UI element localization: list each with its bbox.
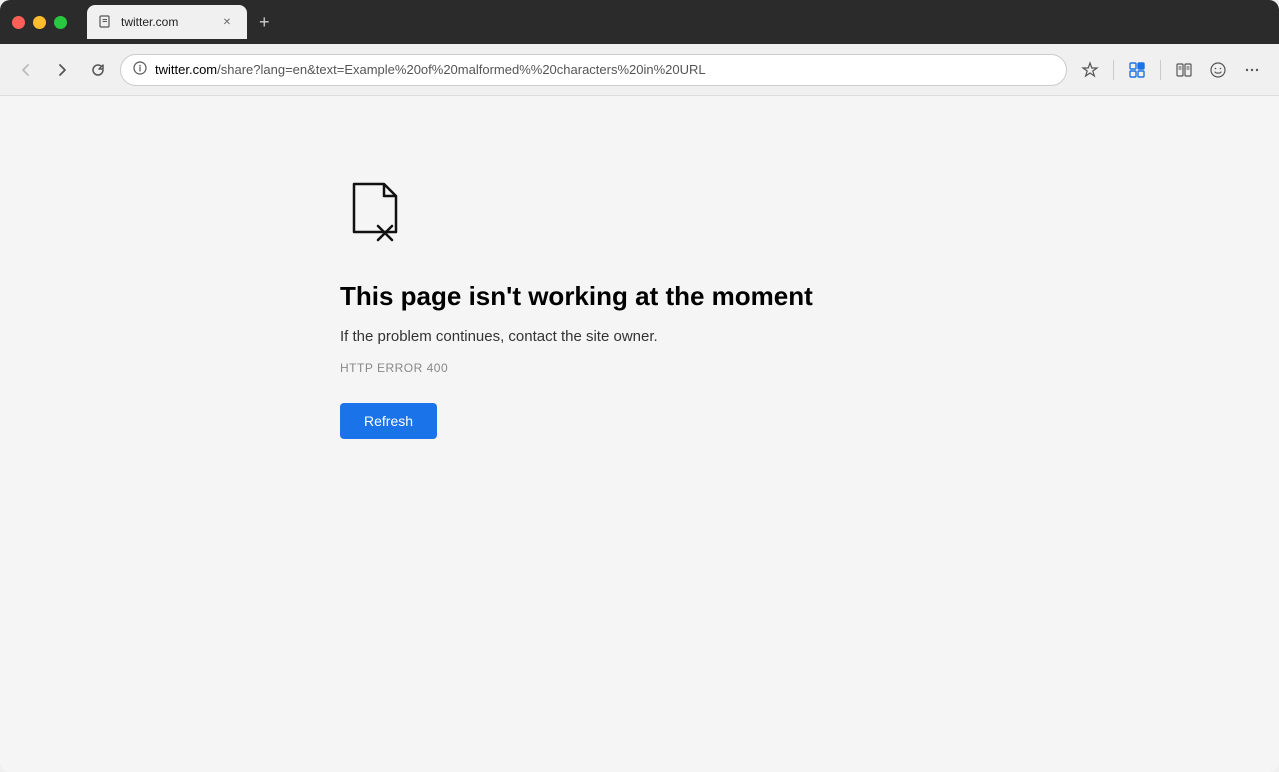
toolbar-separator [1113, 60, 1114, 80]
url-path: /share?lang=en&text=Example%20of%20malfo… [217, 62, 706, 77]
tab-close-icon[interactable]: ✕ [219, 14, 235, 30]
forward-button[interactable] [48, 56, 76, 84]
tab-favicon-icon [99, 15, 113, 29]
maximize-button[interactable] [54, 16, 67, 29]
new-tab-button[interactable]: + [251, 8, 278, 37]
browser-window: twitter.com ✕ + [0, 0, 1279, 772]
extensions-button[interactable] [1122, 55, 1152, 85]
close-button[interactable] [12, 16, 25, 29]
error-description: If the problem continues, contact the si… [340, 328, 658, 345]
emoji-button[interactable] [1203, 55, 1233, 85]
error-code: HTTP ERROR 400 [340, 361, 448, 375]
refresh-button[interactable]: Refresh [340, 403, 437, 439]
browser-tab[interactable]: twitter.com ✕ [87, 5, 247, 39]
tab-title: twitter.com [121, 15, 211, 29]
reader-mode-button[interactable] [1169, 55, 1199, 85]
address-info-icon [133, 61, 147, 78]
url-domain: twitter.com [155, 62, 217, 77]
error-title: This page isn't working at the moment [340, 281, 813, 312]
title-bar: twitter.com ✕ + [0, 0, 1279, 44]
back-button[interactable] [12, 56, 40, 84]
address-bar[interactable]: twitter.com/share?lang=en&text=Example%2… [120, 54, 1067, 86]
error-icon [340, 176, 410, 251]
toolbar-actions [1075, 55, 1267, 85]
page-content: This page isn't working at the moment If… [0, 96, 1279, 772]
favorite-button[interactable] [1075, 55, 1105, 85]
toolbar: twitter.com/share?lang=en&text=Example%2… [0, 44, 1279, 96]
more-options-button[interactable] [1237, 55, 1267, 85]
address-bar-url: twitter.com/share?lang=en&text=Example%2… [155, 62, 1054, 77]
toolbar-separator-2 [1160, 60, 1161, 80]
error-container: This page isn't working at the moment If… [340, 176, 813, 439]
minimize-button[interactable] [33, 16, 46, 29]
traffic-lights [12, 16, 67, 29]
reload-button[interactable] [84, 56, 112, 84]
